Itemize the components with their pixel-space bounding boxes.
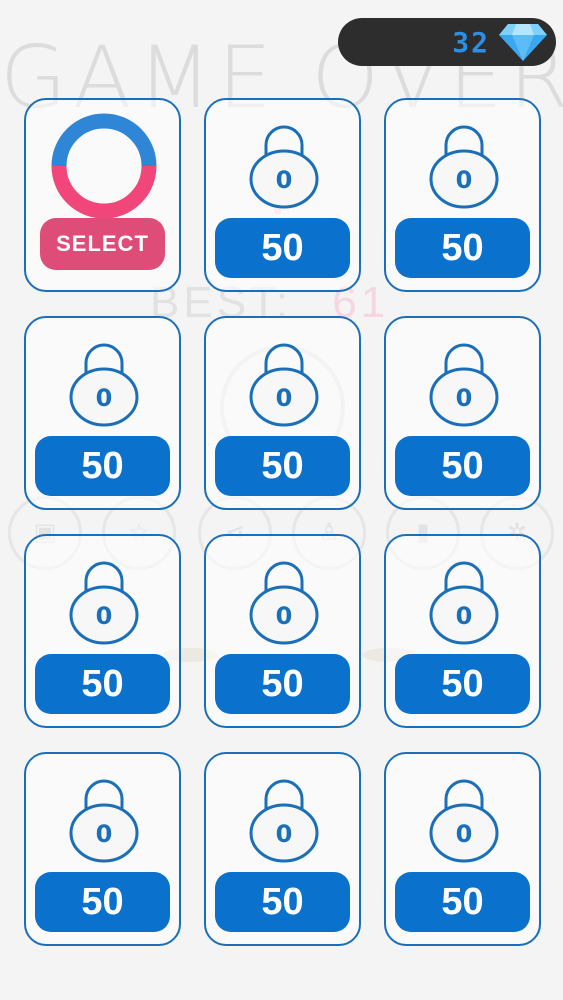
lock-code-digit: 0	[455, 384, 473, 412]
lock-code-digit: 0	[275, 820, 293, 848]
buy-skin-button[interactable]: 50	[215, 654, 350, 714]
lock-code-digit: 0	[275, 384, 293, 412]
skin-card-locked[interactable]: 0 50	[24, 752, 181, 946]
buy-skin-button[interactable]: 50	[35, 654, 170, 714]
skin-card-locked[interactable]: 0 50	[384, 316, 541, 510]
skin-grid: SELECT 0 50 0 50 0 50 0 50 0 50 0 50 0 50 0 50 0 50 0 50 0 50	[24, 98, 541, 946]
skin-card-locked[interactable]: 0 50	[384, 752, 541, 946]
skin-card-locked[interactable]: 0 50	[24, 316, 181, 510]
skin-card-locked[interactable]: 0 50	[204, 534, 361, 728]
ring-skin-icon	[51, 113, 157, 219]
skin-card-selected[interactable]: SELECT	[24, 98, 181, 292]
lock-code-digit: 0	[275, 602, 293, 630]
padlock-icon: 0	[249, 336, 319, 428]
padlock-icon: 0	[69, 336, 139, 428]
padlock-icon: 0	[249, 554, 319, 646]
buy-skin-button[interactable]: 50	[215, 872, 350, 932]
gem-count: 32	[452, 26, 490, 59]
lock-code-digit: 0	[455, 820, 473, 848]
buy-skin-button[interactable]: 50	[395, 436, 530, 496]
buy-skin-button[interactable]: 50	[395, 654, 530, 714]
lock-code-digit: 0	[95, 602, 113, 630]
skin-card-locked[interactable]: 0 50	[384, 98, 541, 292]
skin-card-locked[interactable]: 0 50	[384, 534, 541, 728]
lock-code-digit: 0	[455, 602, 473, 630]
padlock-icon: 0	[429, 118, 499, 210]
skin-card-locked[interactable]: 0 50	[204, 752, 361, 946]
skin-card-locked[interactable]: 0 50	[24, 534, 181, 728]
skin-card-locked[interactable]: 0 50	[204, 316, 361, 510]
lock-code-digit: 0	[455, 166, 473, 194]
padlock-icon: 0	[249, 772, 319, 864]
gem-counter: 32	[338, 18, 556, 66]
lock-code-digit: 0	[275, 166, 293, 194]
skin-card-locked[interactable]: 0 50	[204, 98, 361, 292]
buy-skin-button[interactable]: 50	[215, 436, 350, 496]
buy-skin-button[interactable]: 50	[215, 218, 350, 278]
buy-skin-button[interactable]: 50	[35, 436, 170, 496]
lock-code-digit: 0	[95, 384, 113, 412]
padlock-icon: 0	[429, 554, 499, 646]
buy-skin-button[interactable]: 50	[395, 218, 530, 278]
diamond-icon	[499, 24, 547, 61]
padlock-icon: 0	[249, 118, 319, 210]
buy-skin-button[interactable]: 50	[395, 872, 530, 932]
padlock-icon: 0	[69, 554, 139, 646]
padlock-icon: 0	[69, 772, 139, 864]
padlock-icon: 0	[429, 336, 499, 428]
select-button[interactable]: SELECT	[40, 218, 165, 270]
buy-skin-button[interactable]: 50	[35, 872, 170, 932]
lock-code-digit: 0	[95, 820, 113, 848]
padlock-icon: 0	[429, 772, 499, 864]
